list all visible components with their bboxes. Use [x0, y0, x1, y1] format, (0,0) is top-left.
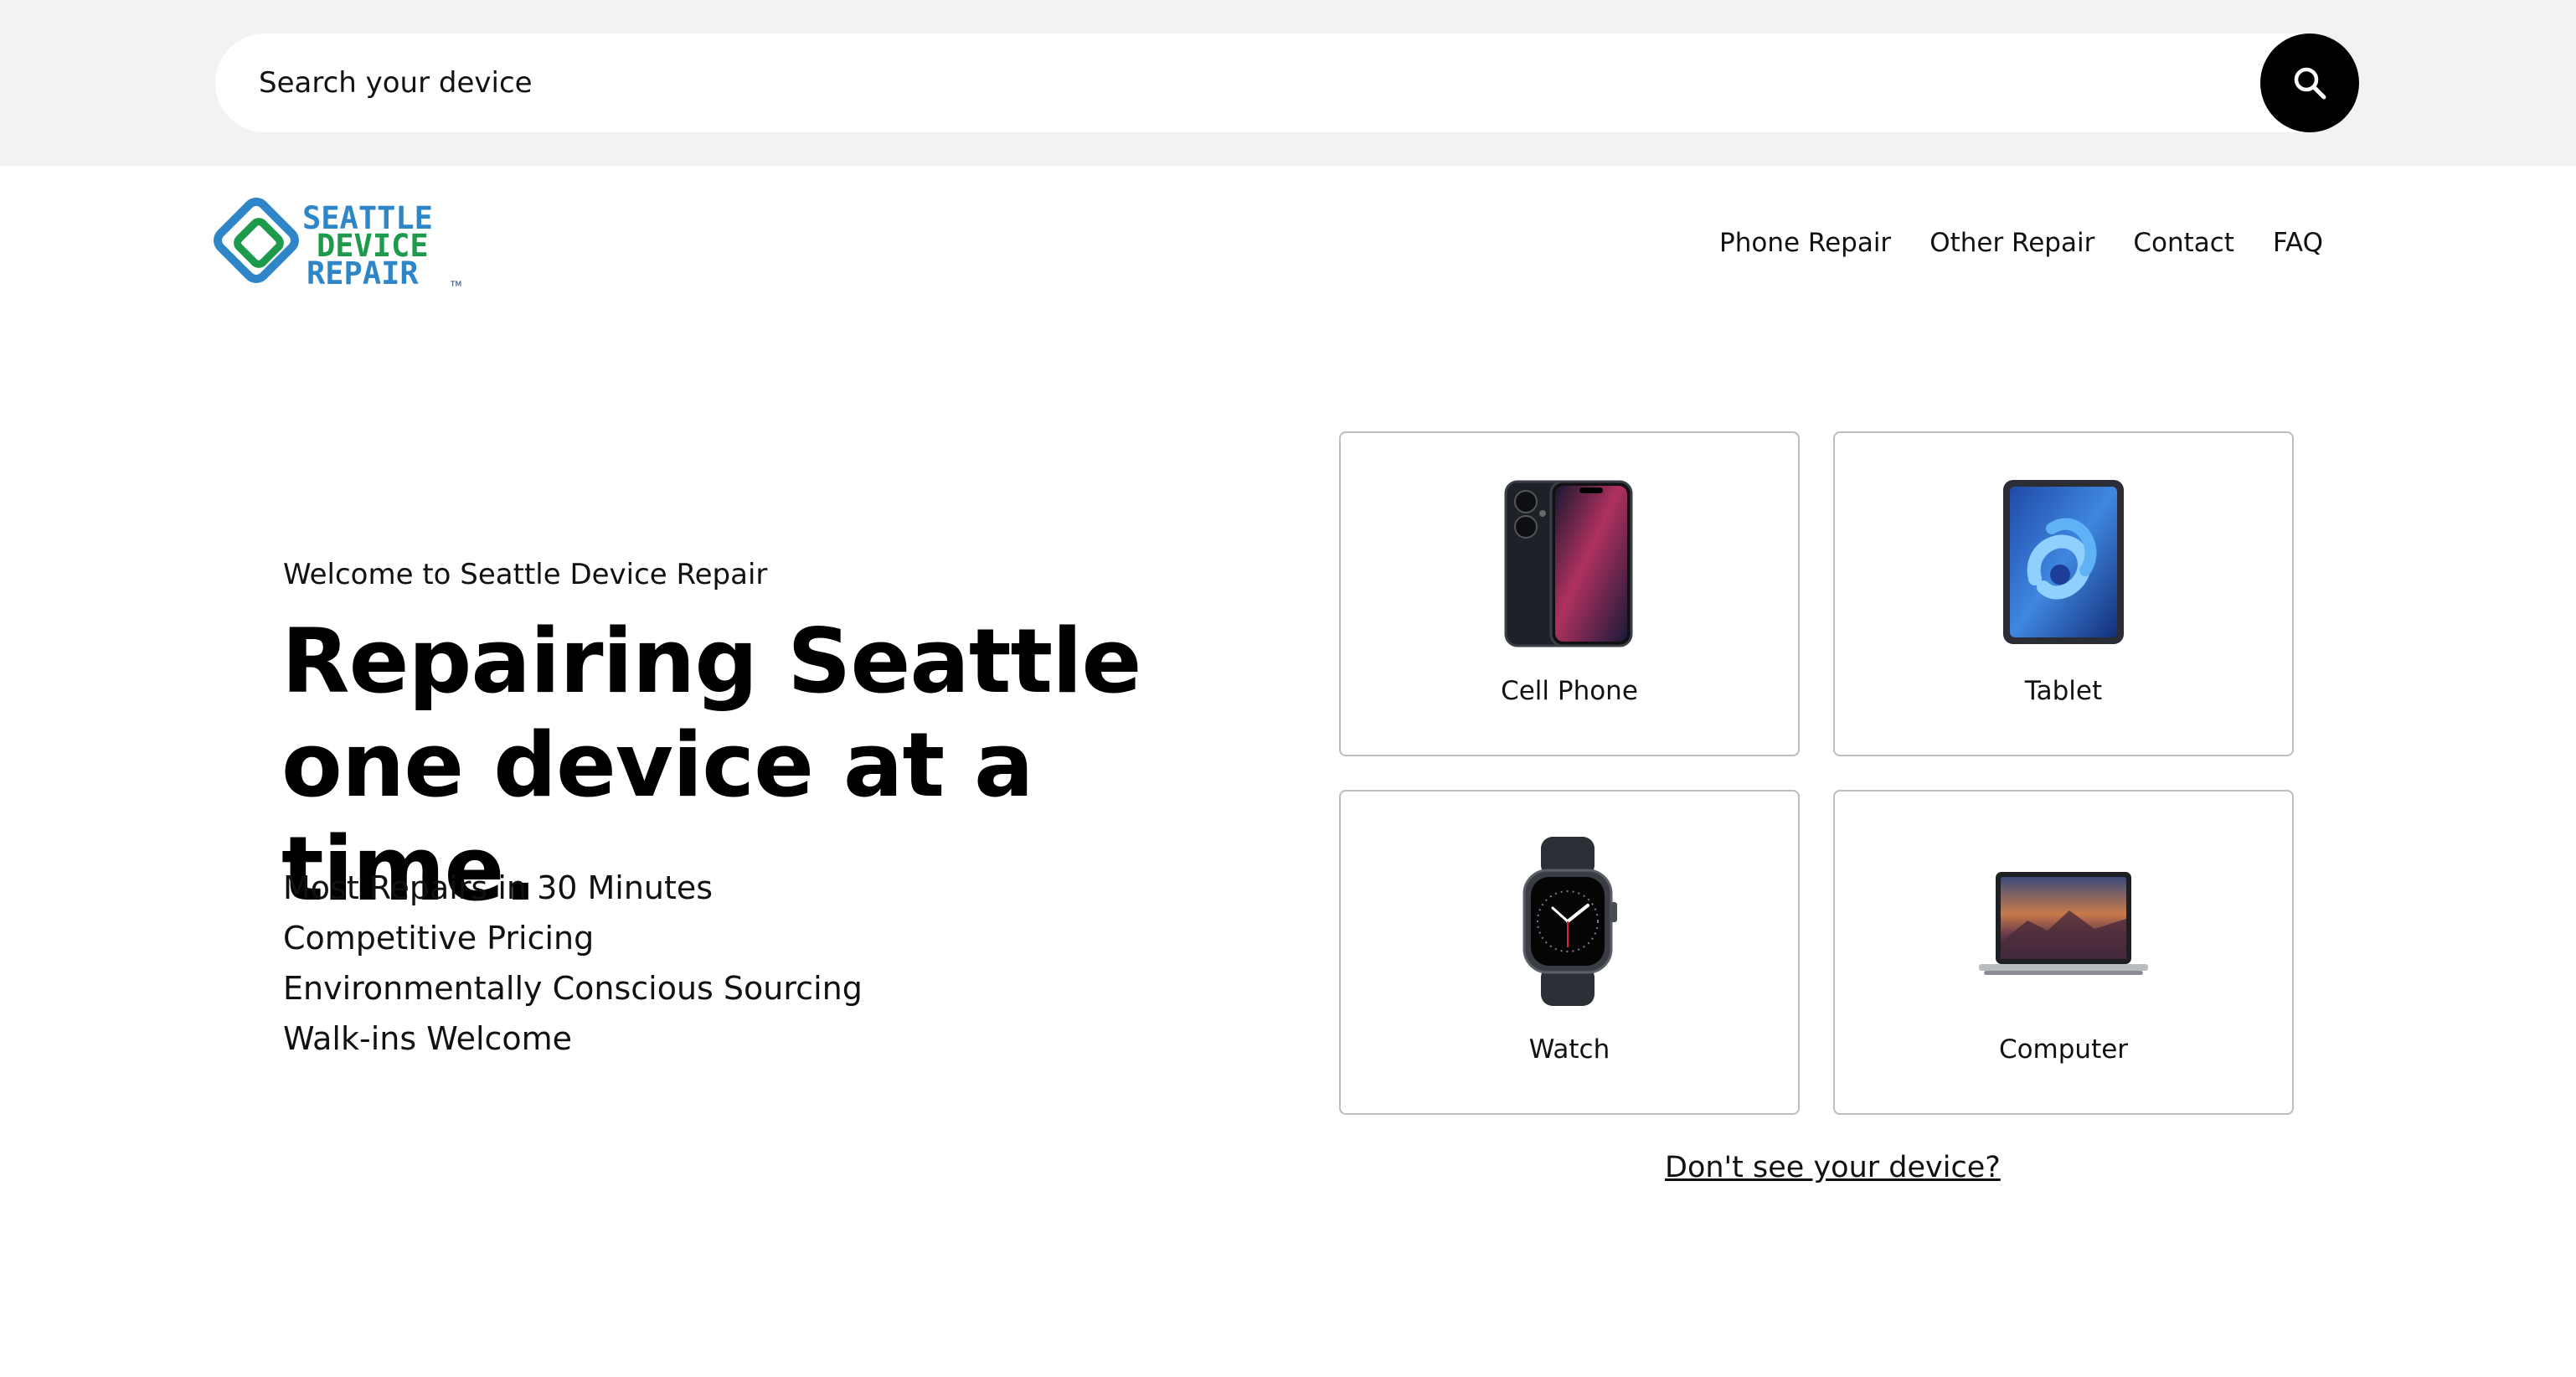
feature-item: Walk-ins Welcome [283, 1020, 573, 1057]
welcome-text: Welcome to Seattle Device Repair [283, 558, 768, 591]
search-button[interactable] [2260, 34, 2359, 132]
device-card-label: Watch [1528, 1034, 1610, 1065]
logo-mark-icon: SEATTLE DEVICE REPAIR TM [214, 198, 461, 291]
dont-see-device-link[interactable]: Don't see your device? [1665, 1151, 2001, 1184]
nav-faq[interactable]: FAQ [2273, 228, 2323, 258]
search-input[interactable] [259, 34, 2185, 132]
device-card-label: Cell Phone [1501, 676, 1638, 706]
nav-phone-repair[interactable]: Phone Repair [1719, 228, 1891, 258]
tablet-icon [2003, 480, 2124, 644]
device-card-cell-phone[interactable]: Cell Phone [1339, 431, 1800, 756]
logo-tm: TM [450, 281, 461, 289]
search-bar [215, 34, 2359, 132]
device-card-label: Computer [1998, 1034, 2129, 1065]
device-card-computer[interactable]: Computer [1833, 790, 2294, 1115]
laptop-icon [1979, 872, 2148, 975]
device-card-label: Tablet [2024, 676, 2103, 706]
feature-list: Most Repairs in 30 Minutes Competitive P… [283, 863, 863, 1064]
feature-item: Environmentally Conscious Sourcing [283, 970, 863, 1007]
device-card-watch[interactable]: Watch [1339, 790, 1800, 1115]
logo-line-3: REPAIR [307, 255, 419, 291]
feature-item: Competitive Pricing [283, 920, 595, 957]
nav-contact[interactable]: Contact [2133, 228, 2234, 258]
main-nav: Phone Repair Other Repair Contact FAQ [1719, 221, 2323, 265]
watch-icon [1522, 837, 1617, 1006]
search-icon [2294, 67, 2326, 100]
nav-other-repair[interactable]: Other Repair [1929, 228, 2094, 258]
feature-item: Most Repairs in 30 Minutes [283, 869, 714, 906]
site-logo[interactable]: SEATTLE DEVICE REPAIR TM [214, 198, 473, 293]
device-card-tablet[interactable]: Tablet [1833, 431, 2294, 756]
search-band [0, 0, 2576, 166]
phone-icon [1504, 480, 1633, 647]
